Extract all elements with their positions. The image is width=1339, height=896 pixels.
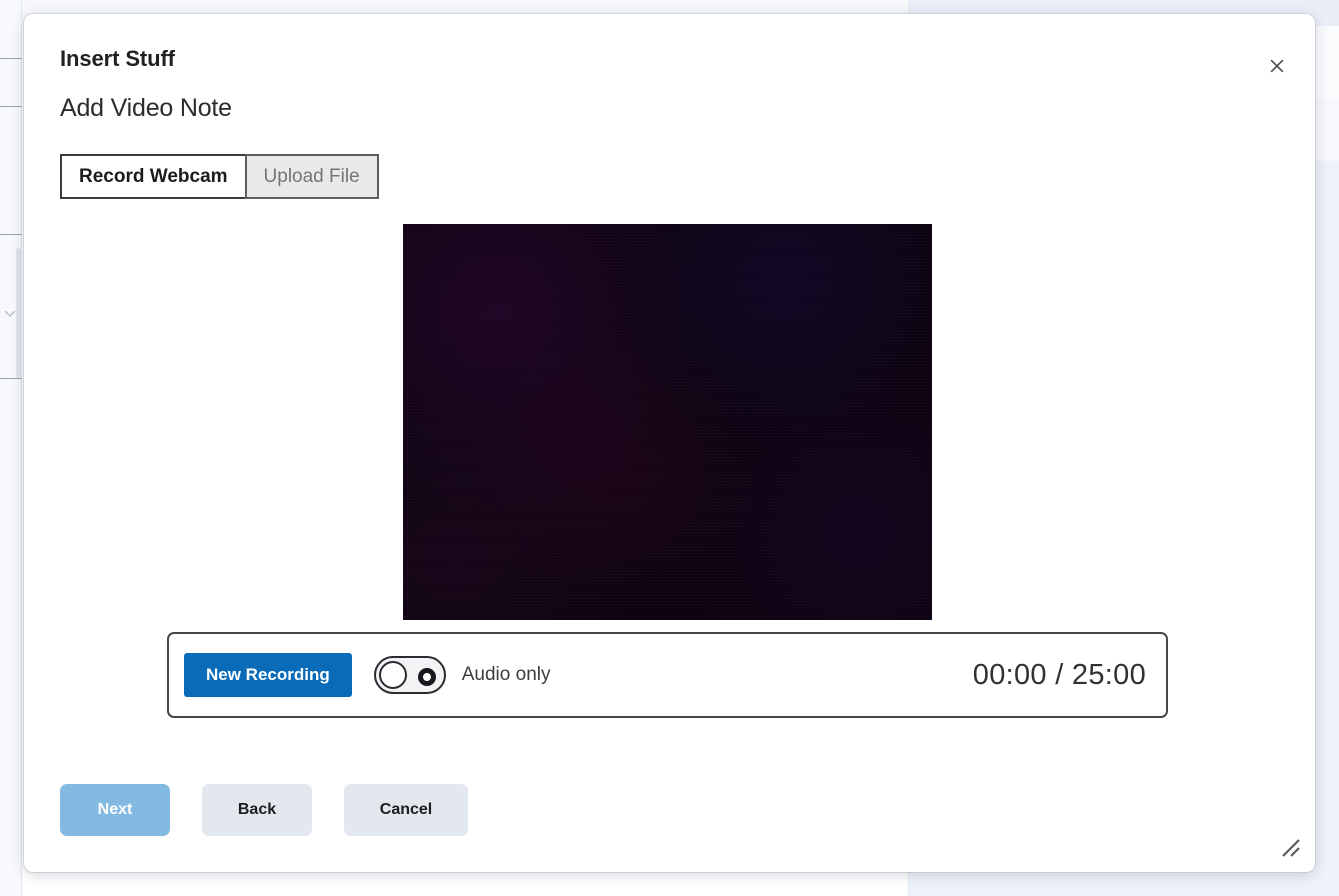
tab-record-webcam[interactable]: Record Webcam bbox=[60, 154, 247, 199]
tab-upload-file[interactable]: Upload File bbox=[244, 154, 379, 199]
dialog-footer: Next Back Cancel bbox=[60, 784, 468, 836]
background-left-rail bbox=[0, 0, 22, 896]
toggle-dot-icon bbox=[417, 668, 436, 686]
next-button[interactable]: Next bbox=[60, 784, 170, 836]
audio-only-label: Audio only bbox=[461, 664, 551, 685]
background-rule bbox=[0, 106, 22, 107]
audio-only-toggle[interactable] bbox=[373, 656, 446, 694]
webcam-preview bbox=[403, 224, 932, 620]
dialog-subtitle: Add Video Note bbox=[60, 94, 232, 122]
recording-timer: 00:00 / 25:00 bbox=[972, 658, 1146, 691]
close-icon[interactable] bbox=[1261, 50, 1293, 82]
recording-control-bar: New Recording Audio only 00:00 / 25:00 bbox=[167, 632, 1168, 718]
background-rule bbox=[0, 378, 22, 379]
new-recording-button[interactable]: New Recording bbox=[184, 653, 352, 697]
resize-handle-icon[interactable] bbox=[1279, 836, 1301, 858]
insert-stuff-dialog: Insert Stuff Add Video Note Record Webca… bbox=[24, 14, 1315, 872]
background-rule bbox=[0, 234, 22, 235]
webcam-preview-feed bbox=[403, 224, 932, 620]
dialog-title: Insert Stuff bbox=[60, 46, 175, 71]
back-button[interactable]: Back bbox=[202, 784, 312, 836]
source-tabs: Record Webcam Upload File bbox=[60, 154, 379, 199]
toggle-knob-circle bbox=[378, 661, 407, 689]
cancel-button[interactable]: Cancel bbox=[344, 784, 468, 836]
chevron-down-icon[interactable] bbox=[2, 305, 18, 321]
background-rule bbox=[0, 58, 22, 59]
